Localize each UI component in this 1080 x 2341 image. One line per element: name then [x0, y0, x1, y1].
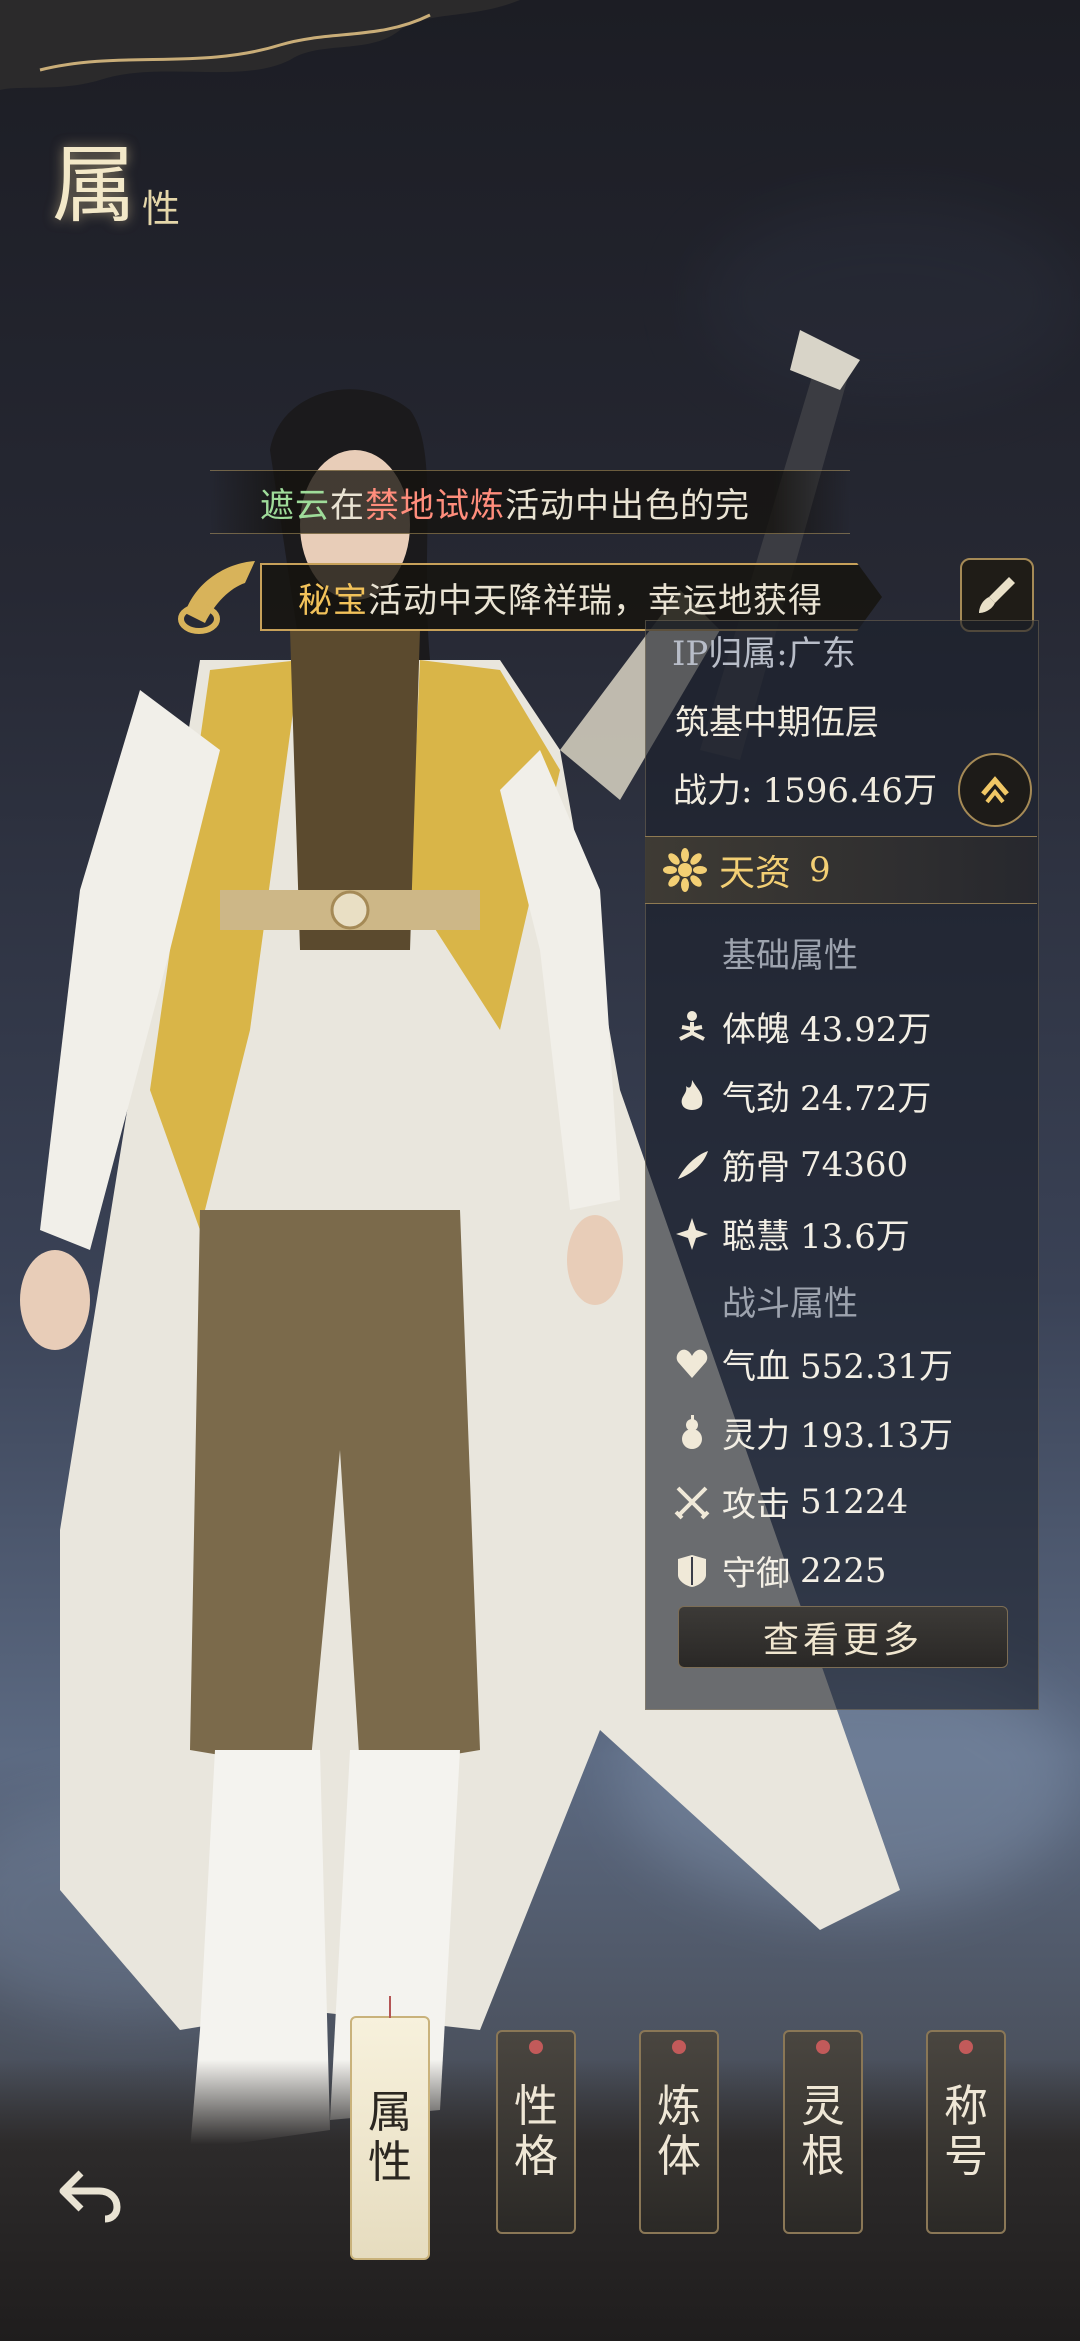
cultivation-realm: 筑基中期伍层: [675, 703, 879, 743]
tag-knot: [959, 2040, 973, 2054]
flame-icon: [672, 1076, 712, 1116]
ip-location: IP归属:广东: [672, 634, 856, 674]
tab-char: 性: [514, 2081, 558, 2132]
combat-power-value: 1596.46万: [762, 771, 938, 811]
announcement-ribbon-1: 遮云在禁地试炼活动中出色的完: [210, 470, 850, 534]
brush-icon: [979, 577, 1015, 613]
tab-attributes[interactable]: 属 性: [350, 1996, 430, 2260]
combat-power-label: 战力:: [673, 771, 753, 811]
player-name: 遮云: [260, 485, 330, 526]
power-upgrade-button[interactable]: [958, 753, 1032, 827]
tab-body-refining[interactable]: 炼 体: [639, 2030, 719, 2234]
page-title-main: 属: [52, 136, 137, 234]
tab-char: 号: [944, 2131, 988, 2182]
basic-attributes-heading: 基础属性: [722, 936, 858, 976]
stat-value: 2225: [800, 1550, 887, 1591]
stat-label: 攻击: [722, 1485, 790, 1525]
stat-physique: 体魄 43.92万: [672, 1002, 931, 1051]
stat-intellect: 聪慧 13.6万: [672, 1209, 910, 1258]
page-title-sub: 性: [142, 187, 181, 231]
sparkle-icon: [672, 1214, 712, 1254]
tab-spirit-root[interactable]: 灵 根: [783, 2030, 863, 2234]
announcement-connector: 在: [330, 485, 365, 526]
tag-knot: [529, 2040, 543, 2054]
tab-personality[interactable]: 性 格: [496, 2030, 576, 2234]
announcement-rest: 活动中出色的完: [505, 485, 750, 526]
top-cloud-ornament: [0, 0, 520, 90]
event-name: 秘宝: [298, 580, 368, 621]
stat-label: 气劲: [722, 1079, 790, 1119]
stat-defense: 守御 2225: [672, 1546, 887, 1595]
view-more-button[interactable]: 查看更多: [678, 1606, 1008, 1668]
tag-knot: [816, 2040, 830, 2054]
back-arrow-icon: [59, 2170, 121, 2223]
stat-value: 43.92万: [800, 1010, 932, 1050]
crossed-swords-icon: [672, 1482, 712, 1522]
tab-char: 称: [944, 2081, 988, 2132]
chevron-up-icon: [981, 776, 1009, 804]
talent-label: 天资: [719, 853, 792, 894]
shield-icon: [672, 1551, 712, 1591]
stat-attack: 攻击 51224: [672, 1477, 908, 1526]
stat-value: 74360: [800, 1144, 909, 1185]
stat-label: 守御: [722, 1554, 790, 1594]
meditation-icon: [672, 1007, 712, 1047]
stat-value: 193.13万: [800, 1416, 953, 1456]
horn-icon: [178, 561, 255, 634]
sunflower-icon: [663, 848, 707, 892]
event-name: 禁地试炼: [365, 485, 505, 526]
stat-value: 24.72万: [800, 1079, 932, 1119]
announcement-text-2: 秘宝活动中天降祥瑞，幸运地获得: [262, 573, 858, 622]
combat-power: 战力: 1596.46万: [673, 763, 937, 812]
announcement-rest: 活动中天降祥瑞，幸运地获得: [368, 580, 823, 621]
tab-char: 格: [514, 2131, 558, 2182]
tab-char: 炼: [657, 2081, 701, 2132]
gourd-icon: [672, 1413, 712, 1453]
heart-icon: [672, 1344, 712, 1384]
stat-bones: 筋骨 74360: [672, 1140, 908, 1189]
combat-attributes-heading: 战斗属性: [722, 1284, 858, 1324]
tab-char: 根: [801, 2131, 845, 2182]
stat-value: 51224: [800, 1481, 909, 1522]
stat-qi-force: 气劲 24.72万: [672, 1071, 931, 1120]
stat-value: 13.6万: [800, 1217, 910, 1257]
stat-hp: 气血 552.31万: [672, 1339, 953, 1388]
stat-label: 灵力: [722, 1416, 790, 1456]
stat-spirit-power: 灵力 193.13万: [672, 1408, 953, 1457]
stat-label: 聪慧: [722, 1217, 790, 1257]
tab-char: 体: [657, 2131, 701, 2182]
stat-label: 筋骨: [722, 1148, 790, 1188]
tab-char: 属: [368, 2087, 412, 2138]
talent-bar[interactable]: 天资 9: [645, 836, 1037, 904]
tag-knot: [672, 2040, 686, 2054]
tab-char: 灵: [801, 2081, 845, 2132]
stat-value: 552.31万: [800, 1347, 953, 1387]
tab-titles[interactable]: 称 号: [926, 2030, 1006, 2234]
announcement-text-1: 遮云在禁地试炼活动中出色的完: [210, 478, 840, 527]
stat-label: 气血: [722, 1347, 790, 1387]
page-title: 属 性: [52, 118, 180, 239]
tag-string: [389, 1996, 391, 2018]
feather-icon: [672, 1145, 712, 1185]
tab-char: 性: [368, 2137, 412, 2188]
back-button[interactable]: [50, 2155, 130, 2235]
stat-label: 体魄: [722, 1010, 790, 1050]
talent-value: 9: [809, 850, 831, 890]
